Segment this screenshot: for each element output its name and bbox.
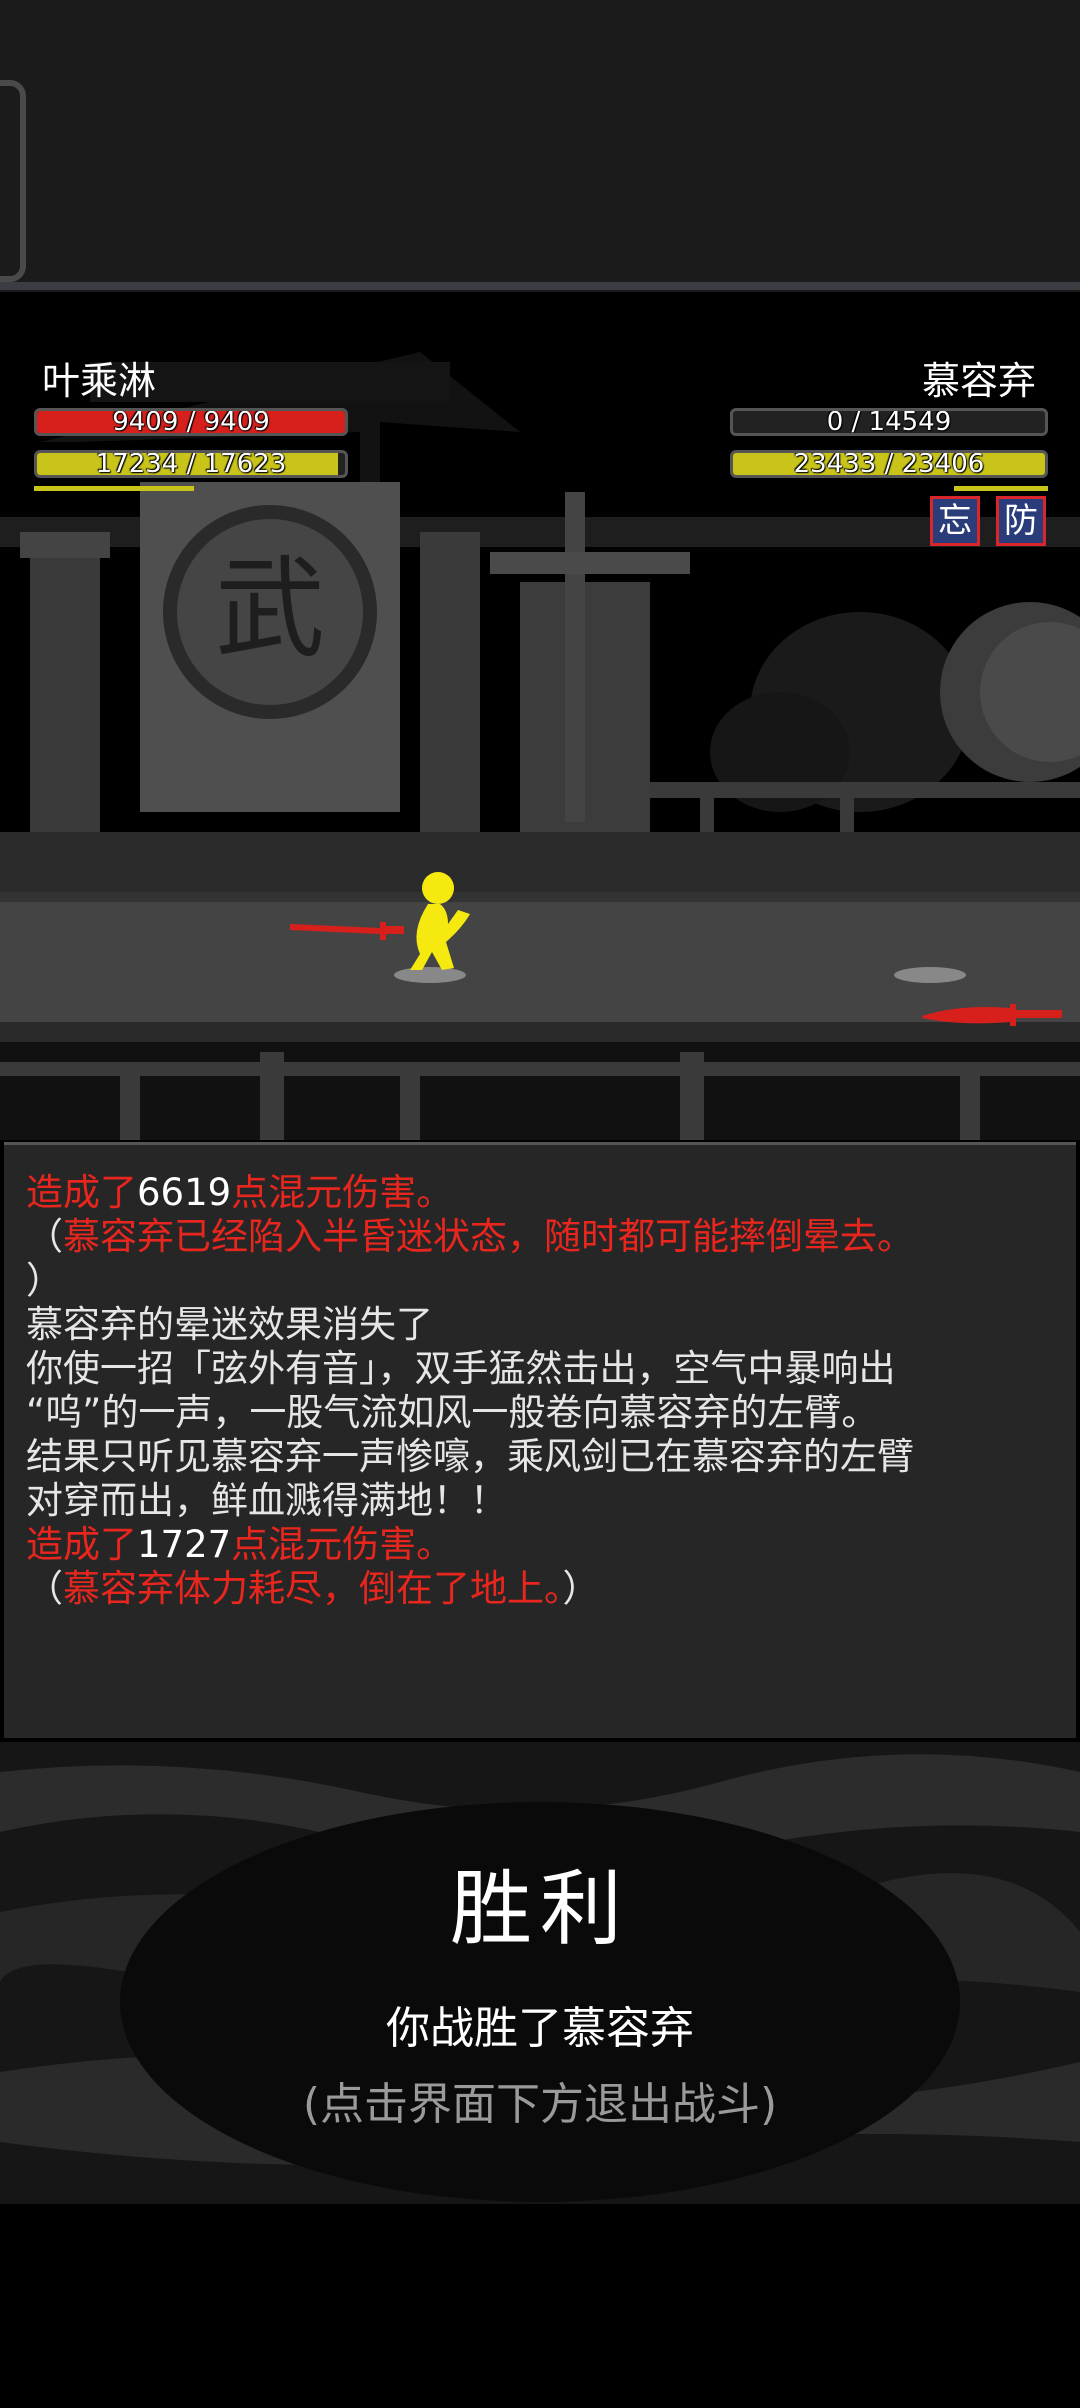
- log-line: 你使一招「弦外有音」，双手猛然击出，空气中暴响出: [26, 1347, 1054, 1391]
- log-segment: 6619: [137, 1171, 232, 1214]
- status-badge-defend[interactable]: 防: [996, 496, 1046, 546]
- player-hp-text: 9409 / 9409: [112, 408, 270, 436]
- log-segment: 点混元伤害。: [231, 1171, 454, 1214]
- log-line: 造成了6619点混元伤害。: [26, 1171, 1054, 1215]
- victory-title: 胜利: [449, 1862, 630, 1957]
- log-segment: 点混元伤害。: [231, 1523, 454, 1566]
- enemy-mp-text: 23433 / 23406: [793, 450, 985, 478]
- log-segment: 对穿而出，鲜血溅得满地！！: [26, 1479, 507, 1522]
- log-segment: ）: [26, 1259, 63, 1302]
- log-line: ）: [26, 1259, 1054, 1303]
- enemy-mp-bar: 23433 / 23406: [730, 450, 1048, 478]
- player-name: 叶乘淋: [42, 359, 157, 403]
- top-divider: [0, 282, 1080, 290]
- victory-subtitle: 你战胜了慕容弃: [386, 2003, 694, 2054]
- victory-panel[interactable]: 胜利 你战胜了慕容弃 (点击界面下方退出战斗): [0, 1742, 1080, 2204]
- log-line: （慕容弃已经陷入半昏迷状态，随时都可能摔倒晕去。: [26, 1215, 1054, 1259]
- log-line: 造成了1727点混元伤害。: [26, 1523, 1054, 1567]
- log-clipped-line: [26, 1145, 1054, 1171]
- enemy-hp-text: 0 / 14549: [826, 408, 952, 436]
- log-line: “呜”的一声，一股气流如风一般卷向慕容弃的左臂。: [26, 1391, 1054, 1435]
- log-segment: 慕容弃体力耗尽，倒在了地上。: [63, 1567, 563, 1610]
- log-segment: ）: [562, 1567, 600, 1610]
- player-hp-bar: 9409 / 9409: [34, 408, 348, 436]
- player-mp-text: 17234 / 17623: [95, 450, 287, 478]
- enemy-name: 慕容弃: [921, 359, 1036, 403]
- player-mp-bar: 17234 / 17623: [34, 450, 348, 478]
- log-segment: 造成了: [26, 1523, 137, 1566]
- enemy-sub-gauge: [954, 486, 1048, 491]
- log-segment: 结果只听见慕容弃一声惨嚎，乘风剑已在慕容弃的左臂: [26, 1435, 914, 1478]
- sign-char: 武: [215, 545, 325, 673]
- log-line: 对穿而出，鲜血溅得满地！！: [26, 1479, 1054, 1523]
- battle-log[interactable]: 造成了6619点混元伤害。 （慕容弃已经陷入半昏迷状态，随时都可能摔倒晕去。）慕容…: [4, 1142, 1076, 1738]
- corner-frame: [0, 80, 26, 282]
- log-segment: 你使一招「弦外有音」，双手猛然击出，空气中暴响出: [26, 1347, 896, 1390]
- log-segment: 慕容弃已经陷入半昏迷状态，随时都可能摔倒晕去。: [63, 1215, 914, 1258]
- player-sub-gauge: [34, 486, 194, 491]
- victory-background: [0, 1742, 1080, 2204]
- log-segment: （: [26, 1567, 63, 1610]
- battle-log-lines: 造成了6619点混元伤害。 （慕容弃已经陷入半昏迷状态，随时都可能摔倒晕去。）慕容…: [26, 1171, 1054, 1611]
- log-segment: 1727: [137, 1523, 232, 1566]
- log-line: 结果只听见慕容弃一声惨嚎，乘风剑已在慕容弃的左臂: [26, 1435, 1054, 1479]
- log-segment: （: [26, 1215, 63, 1258]
- log-segment: “呜”的一声，一股气流如风一般卷向慕容弃的左臂。: [26, 1391, 879, 1434]
- status-badge-forget[interactable]: 忘: [930, 496, 980, 546]
- log-segment: 慕容弃的晕迷效果消失了: [26, 1303, 433, 1346]
- log-line: 慕容弃的晕迷效果消失了: [26, 1303, 1054, 1347]
- log-segment: 造成了: [26, 1171, 137, 1214]
- exit-battle-hint[interactable]: (点击界面下方退出战斗): [0, 2068, 1080, 2132]
- log-line: （慕容弃体力耗尽，倒在了地上。）: [26, 1567, 1054, 1611]
- enemy-hp-bar: 0 / 14549: [730, 408, 1048, 436]
- top-bar: [0, 0, 1080, 292]
